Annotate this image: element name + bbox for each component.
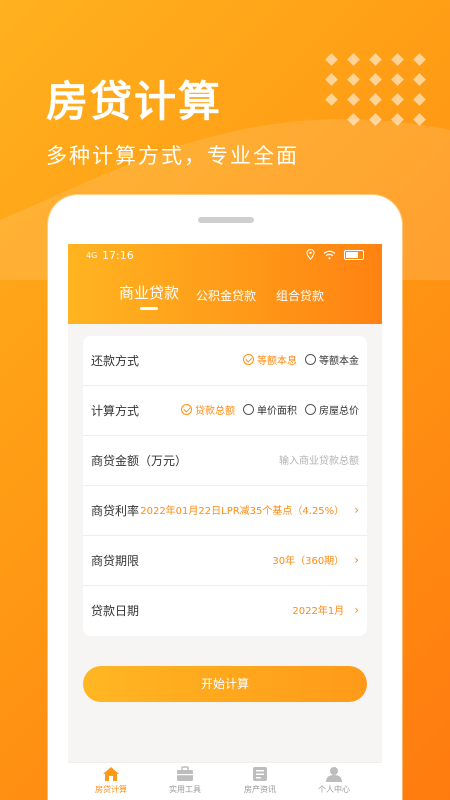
loan-amount-label: 商贷金额（万元） [91, 454, 188, 468]
option-label: 房屋总价 [319, 406, 359, 417]
app-header: 4G 17:16 商业贷款 公积金贷款 组合贷款 [68, 244, 382, 324]
battery-icon [344, 249, 364, 260]
news-icon [253, 767, 267, 781]
signal-indicator: 4G [86, 251, 98, 260]
nav-item-profile[interactable]: 个人中心 [304, 766, 364, 795]
nav-label: 房贷计算 [95, 785, 127, 794]
loan-amount-input[interactable]: 输入商业贷款总额 [279, 452, 359, 467]
loan-form-card: 还款方式 等额本息 等额本金 计算方式 贷款总额 单价面积 房屋总价 商贷金额（… [83, 336, 367, 636]
radio-icon [305, 404, 316, 415]
calc-method-row: 计算方式 贷款总额 单价面积 房屋总价 [83, 386, 367, 436]
chevron-right-icon: › [354, 502, 359, 517]
hero-subtitle: 多种计算方式，专业全面 [46, 144, 299, 168]
status-time: 17:16 [102, 249, 134, 262]
loan-amount-row: 商贷金额（万元） 输入商业贷款总额 [83, 436, 367, 486]
option-label: 等额本息 [257, 356, 297, 367]
loan-term-value: 30年（360期） [272, 556, 345, 567]
phone-speaker [198, 217, 254, 223]
option-unit-price-area[interactable]: 单价面积 [243, 402, 297, 417]
loan-date-label: 贷款日期 [91, 604, 140, 618]
bottom-nav: 房贷计算 实用工具 房产资讯 个人中心 [68, 762, 382, 800]
radio-icon [305, 354, 316, 365]
repay-method-label: 还款方式 [91, 354, 140, 368]
loan-rate-value: 2022年01月22日LPR减35个基点（4.25%） [140, 506, 345, 517]
status-bar: 4G 17:16 [68, 248, 382, 268]
option-label: 单价面积 [257, 406, 297, 417]
toolbox-icon [177, 766, 193, 781]
tab-combined-loan[interactable]: 组合贷款 [276, 287, 324, 304]
radio-icon [243, 404, 254, 415]
house-icon [103, 767, 119, 781]
option-equal-installment[interactable]: 等额本息 [243, 352, 297, 367]
loan-term-row[interactable]: 商贷期限 30年（360期） › [83, 536, 367, 586]
start-calculation-button[interactable]: 开始计算 [83, 666, 367, 702]
wifi-icon [323, 250, 336, 259]
loan-type-tabs: 商业贷款 公积金贷款 组合贷款 [68, 282, 382, 322]
loan-term-label: 商贷期限 [91, 554, 140, 568]
location-icon [306, 249, 315, 260]
option-total-loan[interactable]: 贷款总额 [181, 402, 235, 417]
repay-method-row: 还款方式 等额本息 等额本金 [83, 336, 367, 386]
calc-method-label: 计算方式 [91, 404, 140, 418]
chevron-right-icon: › [354, 552, 359, 567]
option-equal-principal[interactable]: 等额本金 [305, 352, 359, 367]
chevron-right-icon: › [354, 602, 359, 617]
app-screen: 4G 17:16 商业贷款 公积金贷款 组合贷款 还款方式 等额本息 等额本金 … [68, 244, 382, 800]
active-tab-indicator [140, 307, 158, 310]
option-house-total-price[interactable]: 房屋总价 [305, 402, 359, 417]
loan-date-value: 2022年1月 [292, 606, 345, 617]
nav-label: 个人中心 [318, 785, 350, 794]
loan-rate-label: 商贷利率 [91, 504, 140, 518]
nav-item-mortgage-calc[interactable]: 房贷计算 [81, 766, 141, 795]
tab-commercial-loan[interactable]: 商业贷款 [119, 282, 179, 303]
option-label: 等额本金 [319, 356, 359, 367]
user-icon [326, 767, 342, 782]
option-label: 贷款总额 [195, 406, 235, 417]
nav-item-tools[interactable]: 实用工具 [155, 766, 215, 795]
hero-title: 房贷计算 [46, 77, 223, 126]
loan-rate-row[interactable]: 商贷利率 2022年01月22日LPR减35个基点（4.25%） › [83, 486, 367, 536]
loan-date-row[interactable]: 贷款日期 2022年1月 › [83, 586, 367, 636]
tab-provident-fund-loan[interactable]: 公积金贷款 [196, 287, 256, 304]
nav-label: 房产资讯 [244, 785, 276, 794]
decorative-diamond-dots [325, 53, 437, 126]
radio-checked-icon [181, 404, 192, 415]
radio-checked-icon [243, 354, 254, 365]
nav-label: 实用工具 [169, 785, 201, 794]
nav-item-news[interactable]: 房产资讯 [230, 766, 290, 795]
